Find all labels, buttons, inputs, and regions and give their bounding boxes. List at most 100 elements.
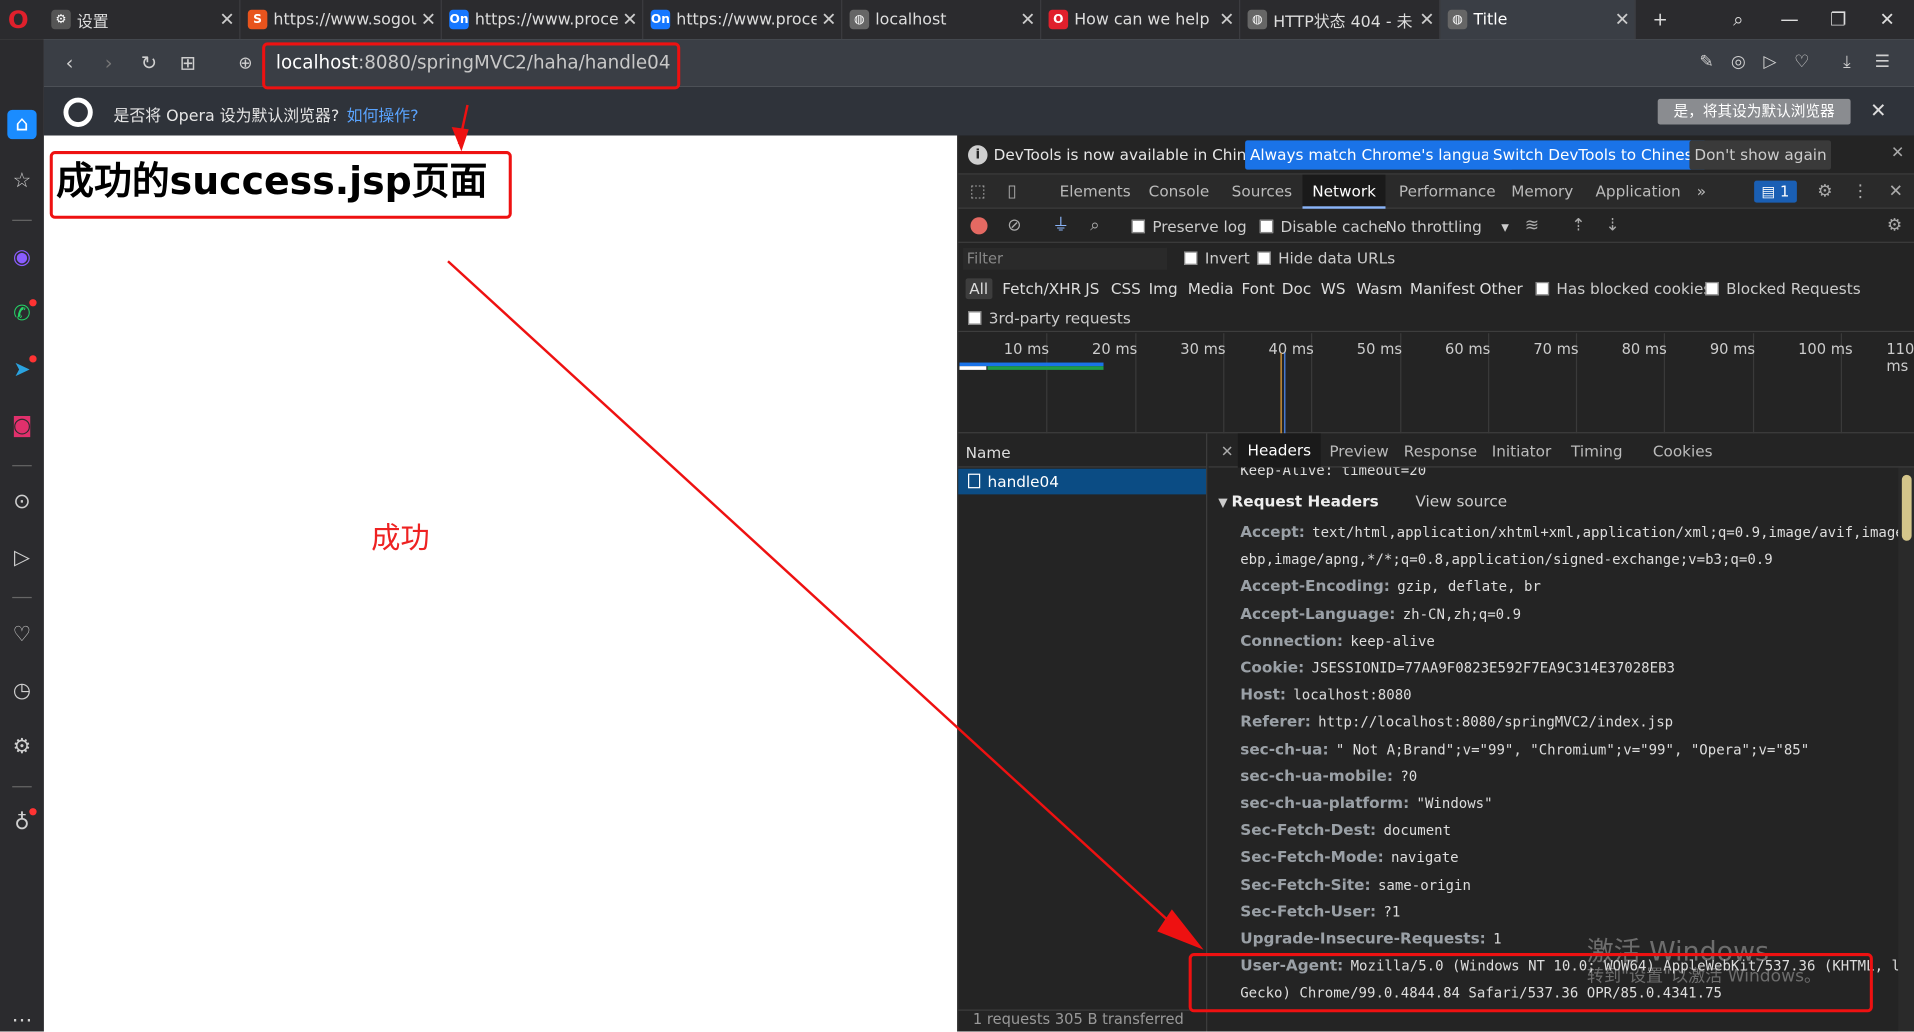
notice-close-icon[interactable]: ✕	[1891, 144, 1904, 162]
device-toolbar-icon[interactable]: ▯	[1000, 179, 1024, 203]
snapshot-icon[interactable]: ◎	[1726, 50, 1750, 74]
devtools-tab-application[interactable]: Application	[1595, 175, 1680, 209]
devtools-tab-network[interactable]: Network	[1302, 174, 1386, 209]
reload-icon[interactable]: ↻	[135, 50, 162, 77]
opera-menu-icon[interactable]: O	[5, 6, 32, 33]
name-column-header[interactable]: Name	[958, 433, 1208, 468]
close-detail-icon[interactable]: ✕	[1221, 442, 1234, 460]
invert-checkbox[interactable]: Invert	[1184, 249, 1250, 267]
type-filter-all[interactable]: All	[965, 278, 992, 300]
tab-close-icon[interactable]: ✕	[1415, 9, 1439, 31]
messenger-icon[interactable]: ◉	[7, 243, 36, 272]
detail-tab-timing[interactable]: Timing	[1571, 442, 1623, 460]
filter-input[interactable]: Filter	[963, 247, 1167, 270]
menu-icon[interactable]: ☰	[1870, 50, 1894, 74]
tab-3[interactable]: On https://www.proce ✕	[442, 0, 644, 40]
detail-tab-initiator[interactable]: Initiator	[1492, 442, 1552, 460]
edit-icon[interactable]: ✎	[1694, 50, 1718, 74]
url-field[interactable]: localhost:8080/springMVC2/haha/handle04	[276, 51, 671, 73]
devtools-tab-performance[interactable]: Performance	[1399, 175, 1496, 209]
dont-show-again-button[interactable]: Don't show again	[1689, 140, 1832, 170]
issues-badge[interactable]: ▤ 1	[1754, 180, 1797, 203]
tab-2[interactable]: Shttps://www.sogou ✕	[240, 0, 442, 40]
throttling-select[interactable]: No throttling ▾	[1385, 217, 1508, 235]
speed-dial-icon[interactable]: ⊞	[175, 50, 202, 77]
type-filter-other[interactable]: Other	[1479, 280, 1522, 298]
clear-icon[interactable]: ⊘	[1002, 214, 1026, 238]
request-row[interactable]: handle04	[958, 468, 1207, 495]
devtools-tab-sources[interactable]: Sources	[1232, 175, 1292, 209]
import-har-icon[interactable]: ⇡	[1566, 214, 1590, 238]
forward-icon[interactable]: ›	[95, 50, 122, 77]
type-filter-fetch-xhr[interactable]: Fetch/XHR	[1002, 280, 1081, 298]
tab-7[interactable]: ◍ HTTP状态 404 - 未 ✕	[1240, 0, 1441, 40]
history-icon[interactable]: ◷	[7, 676, 36, 705]
preserve-log-checkbox[interactable]: Preserve log	[1131, 217, 1247, 236]
minimize-button[interactable]: —	[1765, 0, 1814, 39]
blocked-cookies-checkbox[interactable]: Has blocked cookies	[1535, 280, 1711, 298]
scrollbar-thumb[interactable]	[1901, 474, 1912, 541]
tab-close-icon[interactable]: ✕	[416, 9, 440, 31]
home-icon[interactable]: ⌂	[7, 109, 37, 140]
download-icon[interactable]: ⤓	[1835, 50, 1859, 74]
tab-close-icon[interactable]: ✕	[1610, 9, 1634, 31]
telegram-icon[interactable]: ➤	[7, 355, 37, 384]
view-source-link[interactable]: View source	[1415, 492, 1507, 510]
inspect-element-icon[interactable]: ⬚	[966, 179, 990, 203]
switch-chinese-button[interactable]: Switch DevTools to Chinese	[1488, 140, 1707, 170]
tab-5[interactable]: ◍ localhost ✕	[842, 0, 1042, 40]
settings-gear-icon[interactable]: ⚙	[7, 732, 36, 761]
more-options-icon[interactable]: ⋮	[1848, 179, 1872, 203]
record-icon[interactable]	[970, 217, 988, 235]
network-settings-icon[interactable]: ⚙	[1882, 214, 1906, 238]
devtools-tab-memory[interactable]: Memory	[1511, 175, 1573, 209]
close-devtools-icon[interactable]: ✕	[1884, 179, 1908, 203]
type-filter-js[interactable]: JS	[1085, 280, 1099, 298]
instagram-icon[interactable]: ◙	[7, 411, 36, 440]
close-window-button[interactable]: ✕	[1863, 0, 1912, 39]
detail-tab-response[interactable]: Response	[1404, 442, 1477, 460]
devtools-tab-console[interactable]: Console	[1149, 175, 1210, 209]
set-default-button[interactable]: 是，将其设为默认浏览器	[1657, 98, 1851, 125]
restore-button[interactable]: ❐	[1814, 0, 1863, 39]
star-icon[interactable]: ☆	[7, 166, 36, 195]
type-filter-img[interactable]: Img	[1149, 280, 1178, 298]
hide-data-urls-checkbox[interactable]: Hide data URLs	[1257, 249, 1395, 267]
more-icon[interactable]: …	[7, 1001, 36, 1030]
settings-icon[interactable]: ⚙	[1813, 179, 1837, 203]
type-filter-wasm[interactable]: Wasm	[1356, 280, 1402, 298]
more-tabs-icon[interactable]: »	[1697, 175, 1706, 209]
type-filter-manifest[interactable]: Manifest	[1410, 280, 1475, 298]
request-headers-section[interactable]: ▼ Request Headers View source	[1218, 492, 1507, 510]
tab-8[interactable]: ◍ Title ✕	[1440, 0, 1636, 40]
headers-scrollbar[interactable]	[1898, 467, 1914, 1032]
disable-cache-checkbox[interactable]: Disable cache	[1259, 217, 1387, 236]
type-filter-css[interactable]: CSS	[1111, 280, 1141, 298]
type-filter-font[interactable]: Font	[1241, 280, 1274, 298]
type-filter-ws[interactable]: WS	[1321, 280, 1346, 298]
send-icon[interactable]: ▷	[1758, 50, 1782, 74]
detail-tab-headers[interactable]: Headers	[1237, 433, 1321, 468]
player-icon[interactable]: ⊙	[7, 487, 36, 516]
blocked-requests-checkbox[interactable]: Blocked Requests	[1705, 280, 1861, 298]
tab-4[interactable]: On https://www.proce ✕	[643, 0, 843, 40]
flow-icon[interactable]: ▷	[7, 543, 36, 572]
detail-tab-preview[interactable]: Preview	[1329, 442, 1388, 460]
tab-close-icon[interactable]: ✕	[817, 9, 841, 31]
devtools-tab-elements[interactable]: Elements	[1060, 175, 1131, 209]
search-tabs-icon[interactable]: ⌕	[1714, 0, 1763, 39]
type-filter-doc[interactable]: Doc	[1282, 280, 1311, 298]
site-info-icon[interactable]: ⊕	[232, 50, 259, 77]
tab-6[interactable]: O How can we help y ✕	[1041, 0, 1241, 40]
new-tab-button[interactable]: +	[1636, 0, 1685, 39]
bookmark-heart-icon[interactable]: ♡	[1790, 50, 1814, 74]
back-icon[interactable]: ‹	[56, 50, 83, 77]
tab-close-icon[interactable]: ✕	[1215, 9, 1239, 31]
network-conditions-icon[interactable]: ≋	[1520, 214, 1544, 238]
match-language-button[interactable]: Always match Chrome's language	[1245, 140, 1515, 170]
tips-lightbulb-icon[interactable]: ♁	[7, 808, 37, 837]
how-link[interactable]: 如何操作?	[347, 103, 419, 125]
tab-close-icon[interactable]: ✕	[618, 9, 642, 31]
tab-close-icon[interactable]: ✕	[1016, 9, 1040, 31]
tab-close-icon[interactable]: ✕	[215, 9, 239, 31]
